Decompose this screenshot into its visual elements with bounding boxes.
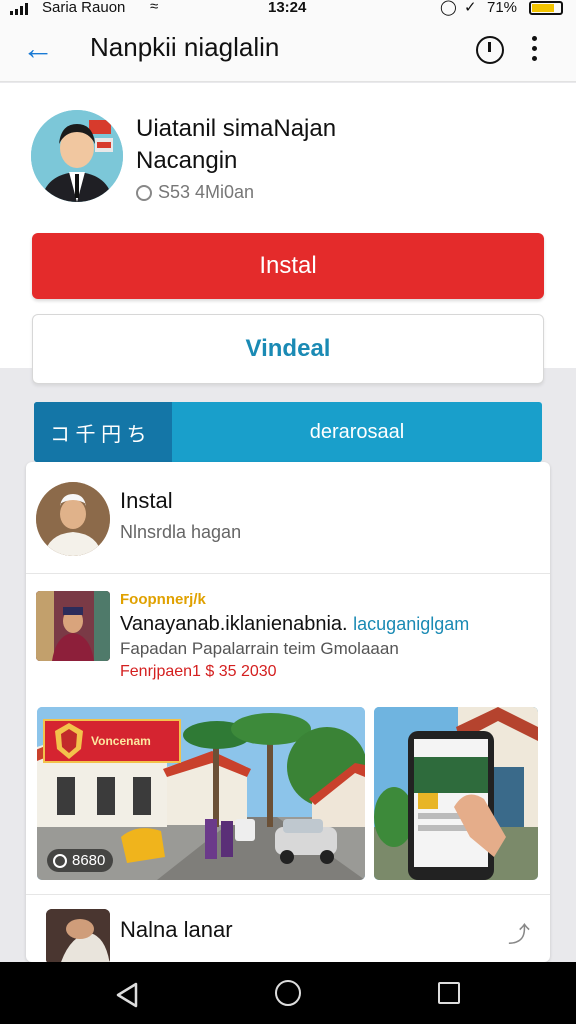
list-item-promo[interactable]: Foopnnerj/k Vanayanab.iklanienabnia. lac… [26, 575, 550, 695]
app-header: Uiatanil simaNajan Nacangin S53 4Mi0an I… [0, 83, 576, 384]
camera-icon [53, 853, 67, 868]
more-vert-icon[interactable] [532, 36, 537, 61]
nav-recents-icon[interactable] [438, 982, 460, 1004]
feed-card: Instal Nlnsrdla hagan Foopnnerj/k Vanaya… [26, 462, 550, 962]
promo-price: Fenrjpaen1 $ 35 2030 [120, 663, 277, 680]
alarm-icon: ◯ [440, 0, 457, 16]
photo-count: 8680 [72, 852, 106, 869]
system-nav-bar [0, 962, 576, 1024]
battery-icon [529, 1, 563, 15]
app-name-line1: Uiatanil simaNajan [136, 115, 337, 142]
app-meta-text: S53 4Mi0an [158, 182, 255, 202]
status-time: 13:24 [268, 0, 307, 16]
battery-percent: 71% [487, 0, 518, 16]
arrow-left-icon[interactable]: ← [22, 32, 54, 64]
list-item-nalna[interactable]: Nalna lanar ⤴ [26, 894, 550, 962]
promo-thumbnail [36, 591, 110, 661]
nav-home-icon[interactable] [275, 980, 301, 1006]
screenshot-village[interactable]: Voncenam 8680 [37, 707, 365, 880]
promo-kicker: Foopnnerj/k [120, 591, 206, 608]
tab-left[interactable]: コ 千 円 ち [34, 402, 172, 462]
item-title: Instal [120, 488, 173, 513]
install-button[interactable]: Instal [32, 233, 544, 299]
wifi-icon: ≈ [150, 0, 159, 15]
app-meta: S53 4Mi0an [136, 182, 254, 203]
user-avatar [36, 482, 110, 556]
item-subtitle: Nlnsrdla hagan [120, 522, 242, 542]
video-button[interactable]: Vindeal [32, 314, 544, 384]
nav-back-icon[interactable] [114, 982, 140, 1008]
promo-link[interactable]: lacuganiglgam [353, 614, 469, 634]
photo-count-badge: 8680 [47, 849, 114, 872]
carrier-name: Saria Rauon [42, 0, 126, 16]
app-avatar [31, 110, 123, 202]
clock-icon[interactable] [476, 36, 504, 64]
share-icon[interactable]: ⤴ [508, 917, 530, 949]
promo-description: Fapadan Papalarrain teim Gmolaaan [120, 639, 399, 658]
tab-right[interactable]: derarosaal [172, 402, 542, 462]
clock-small-icon [136, 184, 152, 201]
charging-icon: ✓ [464, 0, 477, 16]
app-name-line2: Nacangin [136, 147, 238, 174]
tab-bar: コ 千 円 ち derarosaal [34, 402, 542, 462]
signal-icon [10, 3, 28, 15]
promo-headline: Vanayanab.iklanienabnia. lacuganiglgam [120, 613, 469, 636]
list-item-instal[interactable]: Instal Nlnsrdla hagan [26, 462, 550, 574]
app-bar: ← Nanpkii niaglalin [0, 18, 576, 82]
page-title: Nanpkii niaglalin [90, 32, 280, 62]
item-thumbnail [46, 909, 110, 962]
app-name: Uiatanil simaNajan Nacangin [136, 113, 396, 177]
screenshot-phone[interactable] [374, 707, 538, 880]
garuda-emblem-icon [55, 723, 83, 759]
promo-headline-text: Vanayanab.iklanienabnia. [120, 613, 348, 635]
status-bar: Saria Rauon ≈ 13:24 ◯ ✓ 71% [0, 0, 576, 18]
item-title: Nalna lanar [120, 917, 233, 942]
